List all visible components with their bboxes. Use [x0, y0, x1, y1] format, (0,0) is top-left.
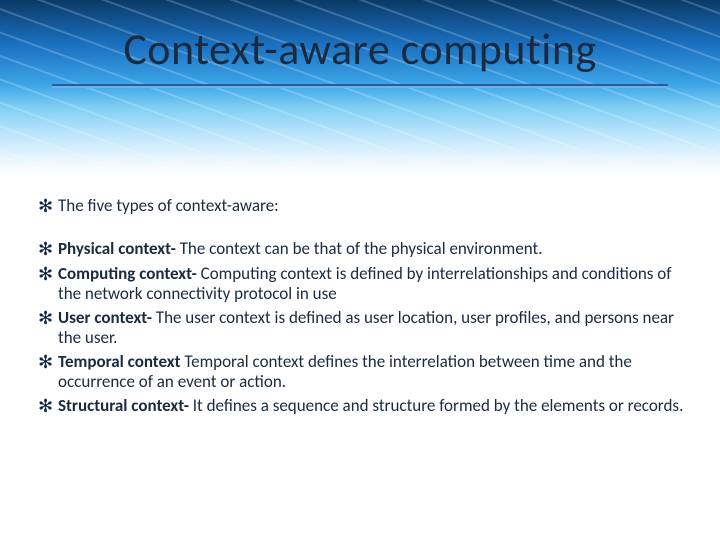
slide-title: Context-aware computing — [0, 22, 720, 76]
list-item: ✻ Physical context- The context can be t… — [38, 239, 688, 260]
body-content: ✻ The five types of context-aware: ✻ Phy… — [38, 196, 688, 421]
list-item-label: Physical context- — [58, 238, 180, 259]
bullet-icon: ✻ — [38, 196, 58, 217]
list-item: ✻ User context- The user context is defi… — [38, 308, 688, 348]
intro-text: The five types of context-aware: — [58, 196, 688, 216]
list-item-label: User context- — [58, 307, 156, 328]
bullet-icon: ✻ — [38, 264, 58, 285]
slide: Context-aware computing ✻ The five types… — [0, 0, 720, 540]
title-underline — [52, 84, 668, 88]
list-item-text: Temporal context Temporal context define… — [58, 352, 688, 392]
bullet-icon: ✻ — [38, 396, 58, 417]
list-item: ✻ Structural context- It defines a seque… — [38, 396, 688, 417]
list-item-label: Structural context- — [58, 395, 193, 416]
list-item-label: Temporal context — [58, 351, 184, 372]
bullet-icon: ✻ — [38, 308, 58, 329]
list-item-text: Physical context- The context can be tha… — [58, 239, 688, 259]
list-item-desc: It defines a sequence and structure form… — [193, 395, 684, 416]
list-item-text: Computing context- Computing context is … — [58, 264, 688, 304]
bullet-icon: ✻ — [38, 352, 58, 373]
list-item-desc: The context can be that of the physical … — [180, 238, 543, 259]
list-item: ✻ Computing context- Computing context i… — [38, 264, 688, 304]
list-item-label: Computing context- — [58, 263, 201, 284]
bullet-icon: ✻ — [38, 239, 58, 260]
list-item: ✻ Temporal context Temporal context defi… — [38, 352, 688, 392]
intro-row: ✻ The five types of context-aware: — [38, 196, 688, 217]
list-item-text: Structural context- It defines a sequenc… — [58, 396, 688, 416]
list-item-text: User context- The user context is define… — [58, 308, 688, 348]
